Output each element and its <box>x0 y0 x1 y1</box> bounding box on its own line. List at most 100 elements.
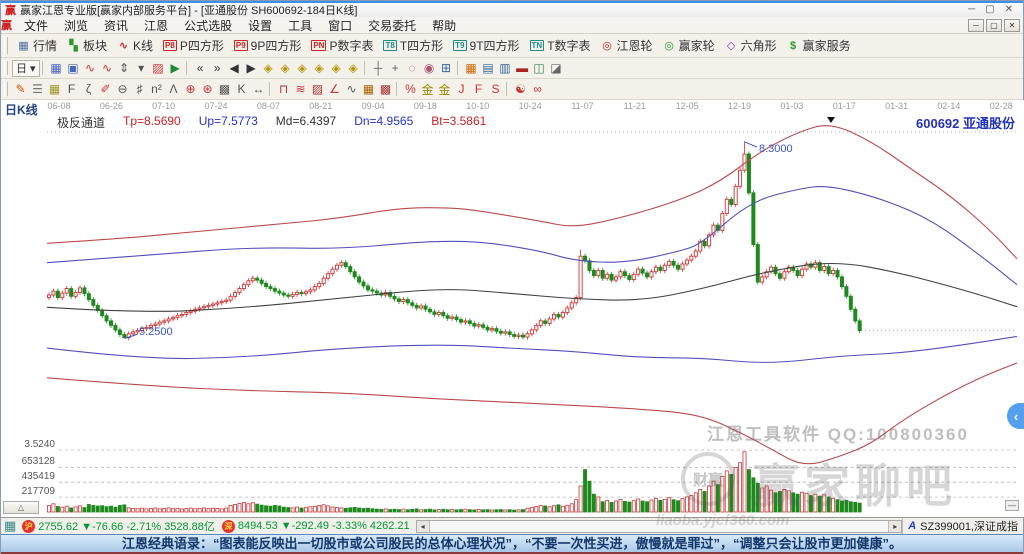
nav-last-button[interactable]: » <box>209 60 226 77</box>
vertical-slider-button[interactable]: ⇕ <box>116 60 133 77</box>
p-number-button[interactable]: PNP数字表 <box>306 36 378 56</box>
mdi-minimize-button[interactable]: ─ <box>968 19 984 32</box>
trend-line2-button[interactable]: ∿ <box>99 60 116 77</box>
quotes-button[interactable]: ▦行情 <box>12 36 62 56</box>
draw-marker-button[interactable]: ✐ <box>97 81 114 98</box>
s-angle-button[interactable]: S <box>487 81 504 98</box>
grid-dense-button[interactable]: ▩ <box>216 81 233 98</box>
dense-grid-button[interactable]: ▩ <box>377 81 394 98</box>
sh-index-quote[interactable]: 2755.62 ▼-76.66 -2.71% 3528.88亿 <box>38 518 215 534</box>
menu-item-4[interactable]: 公式选股 <box>176 17 240 34</box>
sz-index-icon[interactable]: 深 <box>222 520 235 533</box>
layout-button[interactable]: ▣ <box>65 60 82 77</box>
percent-button[interactable]: % <box>402 81 419 98</box>
gold-section-button[interactable]: 金 <box>419 81 436 98</box>
mdi-restore-button[interactable]: ▢ <box>986 19 1002 32</box>
gold-grid-button[interactable]: ▦ <box>360 81 377 98</box>
zoom-tool-button[interactable]: ◌ <box>404 60 421 77</box>
menu-item-2[interactable]: 资讯 <box>96 17 136 34</box>
t-number-button[interactable]: TNT数字表 <box>525 36 596 56</box>
nav-prev-button[interactable]: ◀ <box>226 60 243 77</box>
menu-item-6[interactable]: 工具 <box>280 17 320 34</box>
gann-arrow-1-button[interactable]: ◈ <box>260 60 277 77</box>
chart-style-button[interactable]: ▦ <box>48 60 65 77</box>
scroll-track[interactable] <box>430 521 889 532</box>
toolbar-grip[interactable] <box>4 82 8 96</box>
taichi-button[interactable]: ☯ <box>512 81 529 98</box>
winner-wheel-button[interactable]: ◎赢家轮 <box>658 36 720 56</box>
gann-arrow-5-button[interactable]: ◈ <box>328 60 345 77</box>
sectors-button[interactable]: ▚板块 <box>62 36 112 56</box>
nav-first-button[interactable]: « <box>192 60 209 77</box>
gold-section2-button[interactable]: 金 <box>436 81 453 98</box>
scroll-left-arrow[interactable]: ◂ <box>417 521 430 532</box>
menu-item-8[interactable]: 交易委托 <box>360 17 424 34</box>
volume-pane-minimize-button[interactable]: — <box>1005 500 1019 511</box>
refresh-button[interactable]: ◪ <box>548 60 565 77</box>
period-selector[interactable]: 日 ▾ <box>12 60 40 77</box>
minimize-button[interactable]: ─ <box>968 4 975 16</box>
wave-tool-button[interactable]: ∿ <box>343 81 360 98</box>
dropdown-button[interactable]: ▾ <box>133 60 150 77</box>
spiral-button[interactable]: ζ <box>80 81 97 98</box>
service-button[interactable]: $赢家服务 <box>782 36 856 56</box>
mdi-close-button[interactable]: ✕ <box>1004 19 1020 32</box>
menu-item-9[interactable]: 帮助 <box>424 17 464 34</box>
sz-index-quote[interactable]: 8494.53 ▼-292.49 -3.33% 4262.21 <box>238 520 410 532</box>
scroll-right-arrow[interactable]: ▸ <box>888 521 901 532</box>
chart-area[interactable]: 日K线 06-0806-2607-1007-2408-0708-2109-040… <box>1 100 1024 517</box>
j-angle-button[interactable]: J <box>453 81 470 98</box>
market-grid-icon[interactable]: ▦ <box>4 518 16 534</box>
frame-tool-button[interactable]: ⊓ <box>275 81 292 98</box>
fib-f-button[interactable]: F <box>63 81 80 98</box>
maximize-button[interactable]: ▢ <box>985 4 994 16</box>
menu-item-3[interactable]: 江恩 <box>136 17 176 34</box>
nav-next-button[interactable]: ▶ <box>243 60 260 77</box>
gann-arrow-4-button[interactable]: ◈ <box>311 60 328 77</box>
close-button[interactable]: ✕ <box>1005 4 1013 16</box>
draw-pencil-button[interactable]: ✎ <box>12 81 29 98</box>
toolbar-grip[interactable] <box>4 61 8 75</box>
crosshair-button[interactable]: + <box>387 60 404 77</box>
draw-hatch-button[interactable]: ☰ <box>29 81 46 98</box>
menu-item-5[interactable]: 设置 <box>240 17 280 34</box>
star-burst-button[interactable]: ⊛ <box>199 81 216 98</box>
pattern-button[interactable]: ▨ <box>150 60 167 77</box>
fan-lines-button[interactable]: ≋ <box>292 81 309 98</box>
gann-wheel-button[interactable]: ◎江恩轮 <box>596 36 658 56</box>
t9-square-button[interactable]: T99T四方形 <box>448 36 524 56</box>
gann-arrow-3-button[interactable]: ◈ <box>294 60 311 77</box>
n2-tool-button[interactable]: n² <box>148 81 165 98</box>
menu-item-1[interactable]: 浏览 <box>56 17 96 34</box>
hrange-button[interactable]: ↔ <box>250 81 267 98</box>
t-square-button[interactable]: T8T四方形 <box>378 36 448 56</box>
rotate-tool-button[interactable]: ◉ <box>421 60 438 77</box>
menu-item-0[interactable]: 文件 <box>16 17 56 34</box>
kline-canvas[interactable] <box>1 100 1024 517</box>
pane-expand-button[interactable]: △ <box>3 501 39 514</box>
save-layout-button[interactable]: ▥ <box>497 60 514 77</box>
angle-lines-button[interactable]: ∠ <box>326 81 343 98</box>
grid-window-button[interactable]: ⊞ <box>438 60 455 77</box>
flag-button[interactable]: ▶ <box>167 60 184 77</box>
hand-tool-button[interactable]: ┼ <box>370 60 387 77</box>
gann-arrow-2-button[interactable]: ◈ <box>277 60 294 77</box>
f-angle-button[interactable]: F <box>470 81 487 98</box>
index-name-label[interactable]: SZ399001,深证成指 <box>920 518 1018 534</box>
shade-grid-button[interactable]: ▨ <box>309 81 326 98</box>
calculator-button[interactable]: ▤ <box>480 60 497 77</box>
save-button[interactable]: ▬ <box>514 60 531 77</box>
p9-square-button[interactable]: P99P四方形 <box>229 36 306 56</box>
hash-tool-button[interactable]: ♯ <box>131 81 148 98</box>
toolbar-grip[interactable] <box>4 37 8 53</box>
trend-line-button[interactable]: ∿ <box>82 60 99 77</box>
gann-grid-button[interactable]: ▦ <box>46 81 63 98</box>
circle-tool-button[interactable]: ⊖ <box>114 81 131 98</box>
horizontal-scrollbar[interactable]: ◂ ▸ <box>416 520 903 533</box>
kline-button[interactable]: ∿K线 <box>112 36 158 56</box>
k-angle-button[interactable]: K <box>233 81 250 98</box>
gann-arrow-6-button[interactable]: ◈ <box>345 60 362 77</box>
export-button[interactable]: ◫ <box>531 60 548 77</box>
target-circle-button[interactable]: ⊕ <box>182 81 199 98</box>
sh-index-icon[interactable]: 沪 <box>22 520 35 533</box>
